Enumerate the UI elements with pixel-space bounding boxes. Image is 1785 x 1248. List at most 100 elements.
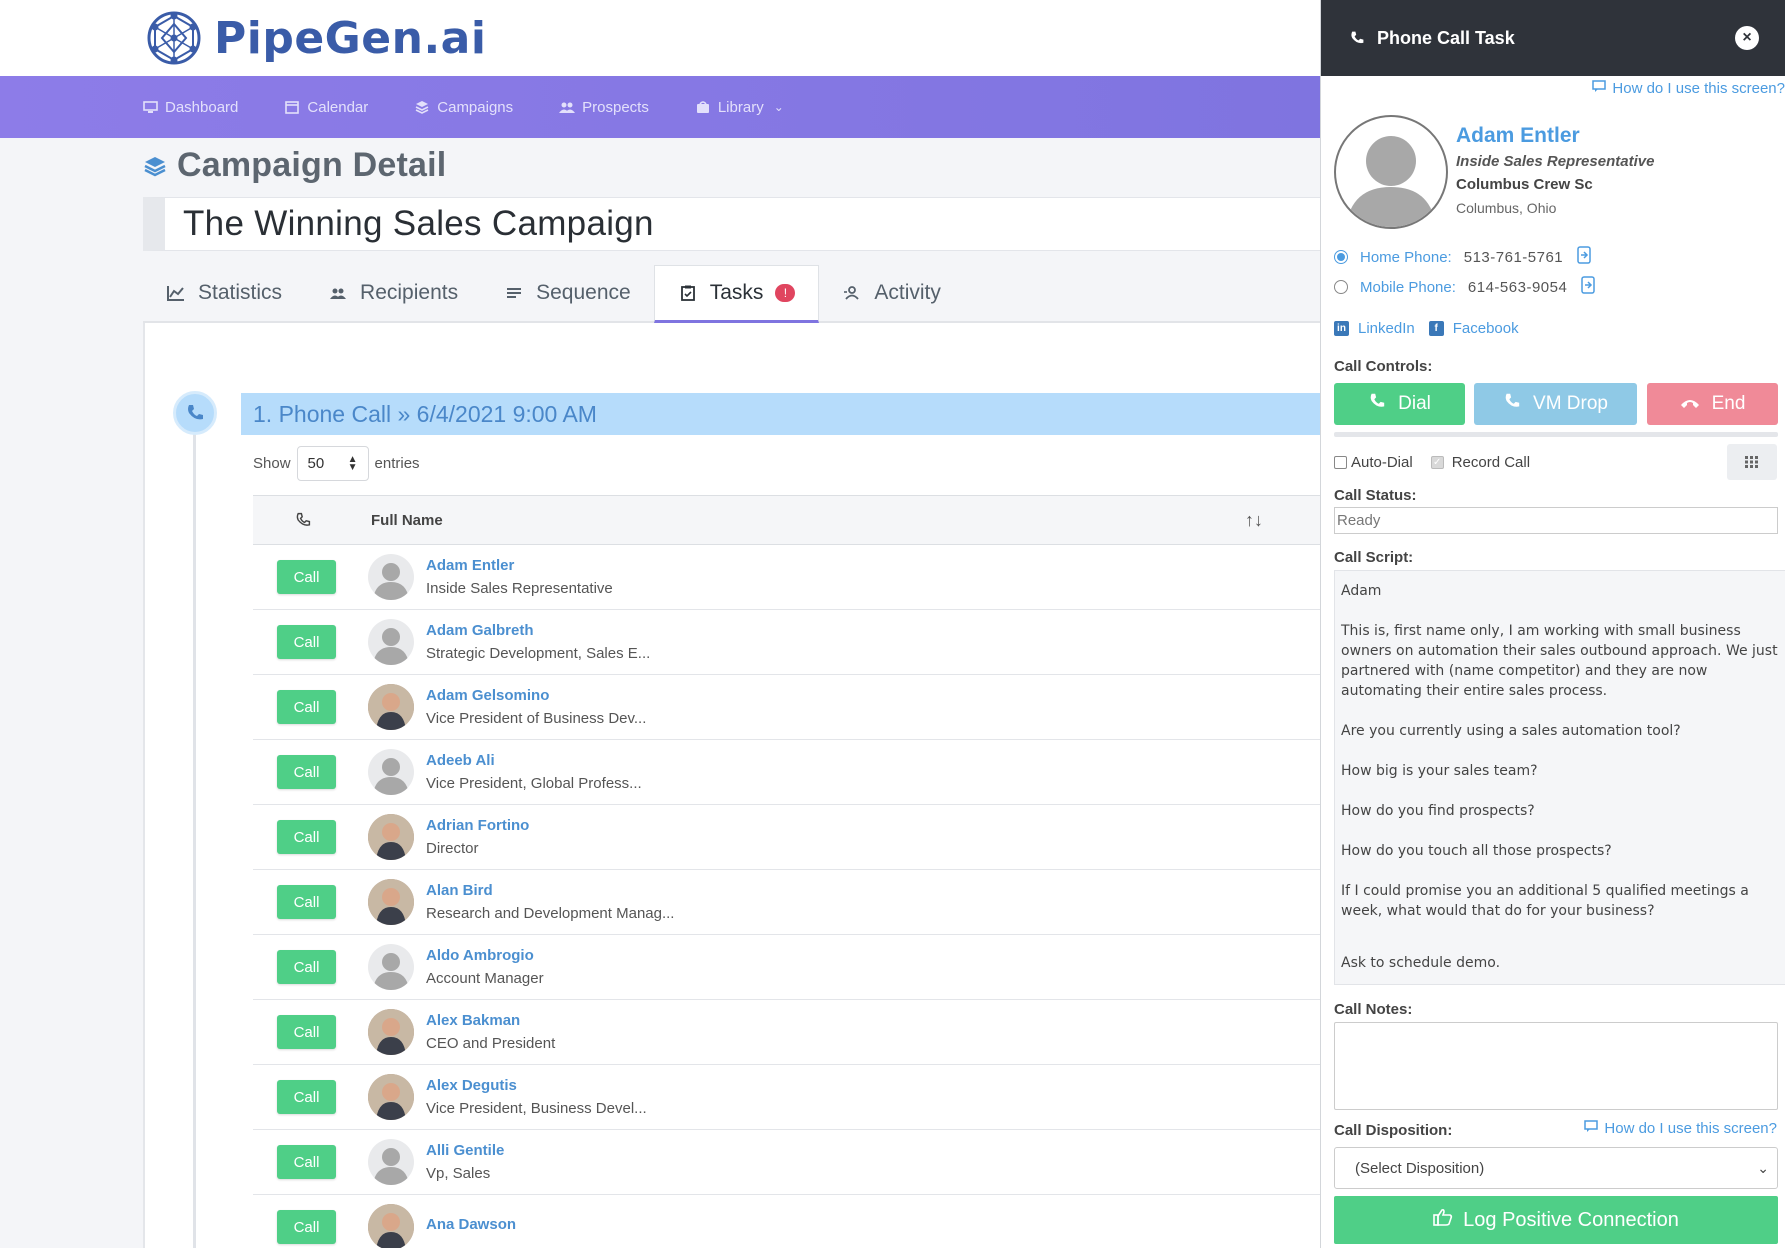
nav-library[interactable]: Library ⌄ xyxy=(695,99,784,116)
home-phone-row[interactable]: Home Phone: 513-761-5761 xyxy=(1334,246,1591,268)
page-size-select[interactable]: 50 ▲ ▼ xyxy=(296,446,369,481)
home-phone-radio[interactable] xyxy=(1334,250,1348,264)
avatar xyxy=(368,1074,414,1120)
main-nav: Dashboard Calendar Campaigns Prospects L… xyxy=(0,76,1320,138)
mobile-phone-number: 614-563-9054 xyxy=(1467,278,1568,296)
page-size-value: 50 xyxy=(307,455,325,472)
contact-name[interactable]: Adam Entler xyxy=(1456,124,1654,148)
call-notes-input[interactable] xyxy=(1334,1022,1778,1110)
brand-name: PipeGen.ai xyxy=(214,12,487,64)
recipient-title: Vp, Sales xyxy=(426,1165,491,1182)
page-title: Campaign Detail xyxy=(143,146,446,185)
recipient-info: Alli Gentile Vp, Sales xyxy=(426,1142,504,1182)
campaign-name-field[interactable]: The Winning Sales Campaign xyxy=(143,197,1323,251)
call-button[interactable]: Call xyxy=(277,1210,336,1244)
recipient-name[interactable]: Adam Entler xyxy=(426,557,613,574)
call-button[interactable]: Call xyxy=(277,755,336,789)
record-call-label: Record Call xyxy=(1451,454,1531,471)
recipient-info: Ana Dawson xyxy=(426,1216,516,1239)
tab-tasks[interactable]: Tasks ! xyxy=(653,265,820,323)
nav-campaigns[interactable]: Campaigns xyxy=(414,99,513,116)
call-script-label: Call Script: xyxy=(1334,549,1414,566)
call-button[interactable]: Call xyxy=(277,950,336,984)
mobile-phone-radio[interactable] xyxy=(1334,280,1348,294)
script-paragraph: Adam xyxy=(1341,583,1382,599)
call-button[interactable]: Call xyxy=(277,885,336,919)
keypad-button[interactable] xyxy=(1727,444,1777,480)
disposition-help-link[interactable]: How do I use this screen? xyxy=(1584,1120,1777,1137)
recipient-title: Research and Development Manag... xyxy=(426,905,675,922)
call-button[interactable]: Call xyxy=(277,1145,336,1179)
linkedin-link[interactable]: LinkedIn xyxy=(1358,320,1415,337)
call-button[interactable]: Call xyxy=(277,625,336,659)
nav-label: Prospects xyxy=(582,98,649,116)
table-body: Call Adam Entler Inside Sales Representati… xyxy=(253,545,1325,1248)
script-paragraph: How big is your sales team? xyxy=(1341,763,1538,779)
help-link[interactable]: How do I use this screen? xyxy=(1592,80,1785,97)
call-button[interactable]: Call xyxy=(277,560,336,594)
users-icon xyxy=(328,284,348,302)
nav-calendar[interactable]: Calendar xyxy=(284,99,368,116)
recipient-name[interactable]: Ana Dawson xyxy=(426,1216,516,1233)
script-paragraph: Ask to schedule demo. xyxy=(1341,955,1501,971)
recipient-name[interactable]: Alex Degutis xyxy=(426,1077,647,1094)
call-script-box[interactable]: Adam This is, first name only, I am worki… xyxy=(1334,570,1785,985)
tab-statistics[interactable]: Statistics xyxy=(143,265,305,321)
recipient-name[interactable]: Adam Gelsomino xyxy=(426,687,646,704)
call-notes-label: Call Notes: xyxy=(1334,1001,1413,1018)
show-label: Show xyxy=(253,455,291,472)
recipient-title: CEO and President xyxy=(426,1035,556,1052)
recipient-name[interactable]: Adrian Fortino xyxy=(426,817,529,834)
phone-call-task-panel: Phone Call Task × How do I use this scre… xyxy=(1320,0,1785,1248)
column-full-name[interactable]: Full Name xyxy=(353,512,1245,529)
sort-icon[interactable]: ↑↓ xyxy=(1245,510,1325,531)
tab-recipients[interactable]: Recipients xyxy=(305,265,481,321)
tab-sequence[interactable]: Sequence xyxy=(481,265,654,321)
mobile-phone-label: Mobile Phone: xyxy=(1360,278,1456,296)
tab-label: Sequence xyxy=(536,281,631,304)
avatar xyxy=(368,1139,414,1185)
dial-label: Dial xyxy=(1398,393,1431,414)
recipient-name[interactable]: Alex Bakman xyxy=(426,1012,555,1029)
call-button[interactable]: Call xyxy=(277,820,336,854)
recipient-name[interactable]: Adeeb Ali xyxy=(426,752,642,769)
step-header[interactable]: 1. Phone Call » 6/4/2021 9:00 AM xyxy=(241,393,1325,435)
recipient-name[interactable]: Alan Bird xyxy=(426,882,674,899)
campaign-tabs: Statistics Recipients Sequence Tasks ! A… xyxy=(143,265,1323,323)
phone-dial-icon[interactable] xyxy=(1577,246,1591,268)
avatar xyxy=(368,944,414,990)
vm-drop-button[interactable]: VM Drop xyxy=(1474,383,1637,425)
table-row: Call Adeeb Ali Vice President, Global Prof… xyxy=(253,740,1325,805)
recipient-title: Vice President of Business Dev... xyxy=(426,710,647,727)
dial-button[interactable]: Dial xyxy=(1334,383,1465,425)
recipient-title: Vice President, Business Devel... xyxy=(426,1100,647,1117)
table-row: Call Adam Entler Inside Sales Representati… xyxy=(253,545,1325,610)
record-call-checkbox[interactable]: ✓ xyxy=(1430,456,1444,469)
recipient-name[interactable]: Aldo Ambrogio xyxy=(426,947,544,964)
avatar xyxy=(368,1204,414,1248)
facebook-link[interactable]: Facebook xyxy=(1453,320,1519,337)
disposition-select[interactable]: (Select Disposition) ⌄ xyxy=(1334,1147,1778,1189)
monitor-icon xyxy=(142,100,158,114)
phone-dial-icon[interactable] xyxy=(1581,276,1596,298)
mobile-phone-row[interactable]: Mobile Phone: 614-563-9054 xyxy=(1334,276,1596,298)
call-button[interactable]: Call xyxy=(277,690,336,724)
logo-network-icon xyxy=(147,11,201,65)
end-call-button[interactable]: End xyxy=(1647,383,1778,425)
auto-dial-label: Auto-Dial xyxy=(1351,454,1413,471)
brand-logo[interactable]: PipeGen.ai xyxy=(144,8,486,68)
close-icon[interactable]: × xyxy=(1735,26,1759,50)
call-button[interactable]: Call xyxy=(277,1015,336,1049)
tab-activity[interactable]: Activity xyxy=(819,265,964,321)
recipient-name[interactable]: Adam Galbreth xyxy=(426,622,650,639)
log-positive-connection-button[interactable]: Log Positive Connection xyxy=(1334,1196,1778,1244)
call-controls-label: Call Controls: xyxy=(1334,358,1433,375)
nav-dashboard[interactable]: Dashboard xyxy=(142,99,238,116)
call-button[interactable]: Call xyxy=(277,1080,336,1114)
layers-icon xyxy=(144,156,166,176)
help-link-text: How do I use this screen? xyxy=(1612,80,1785,97)
auto-dial-checkbox[interactable] xyxy=(1334,456,1347,469)
recipient-name[interactable]: Alli Gentile xyxy=(426,1142,504,1159)
nav-prospects[interactable]: Prospects xyxy=(559,99,649,116)
chevron-down-icon: ⌄ xyxy=(773,100,784,114)
